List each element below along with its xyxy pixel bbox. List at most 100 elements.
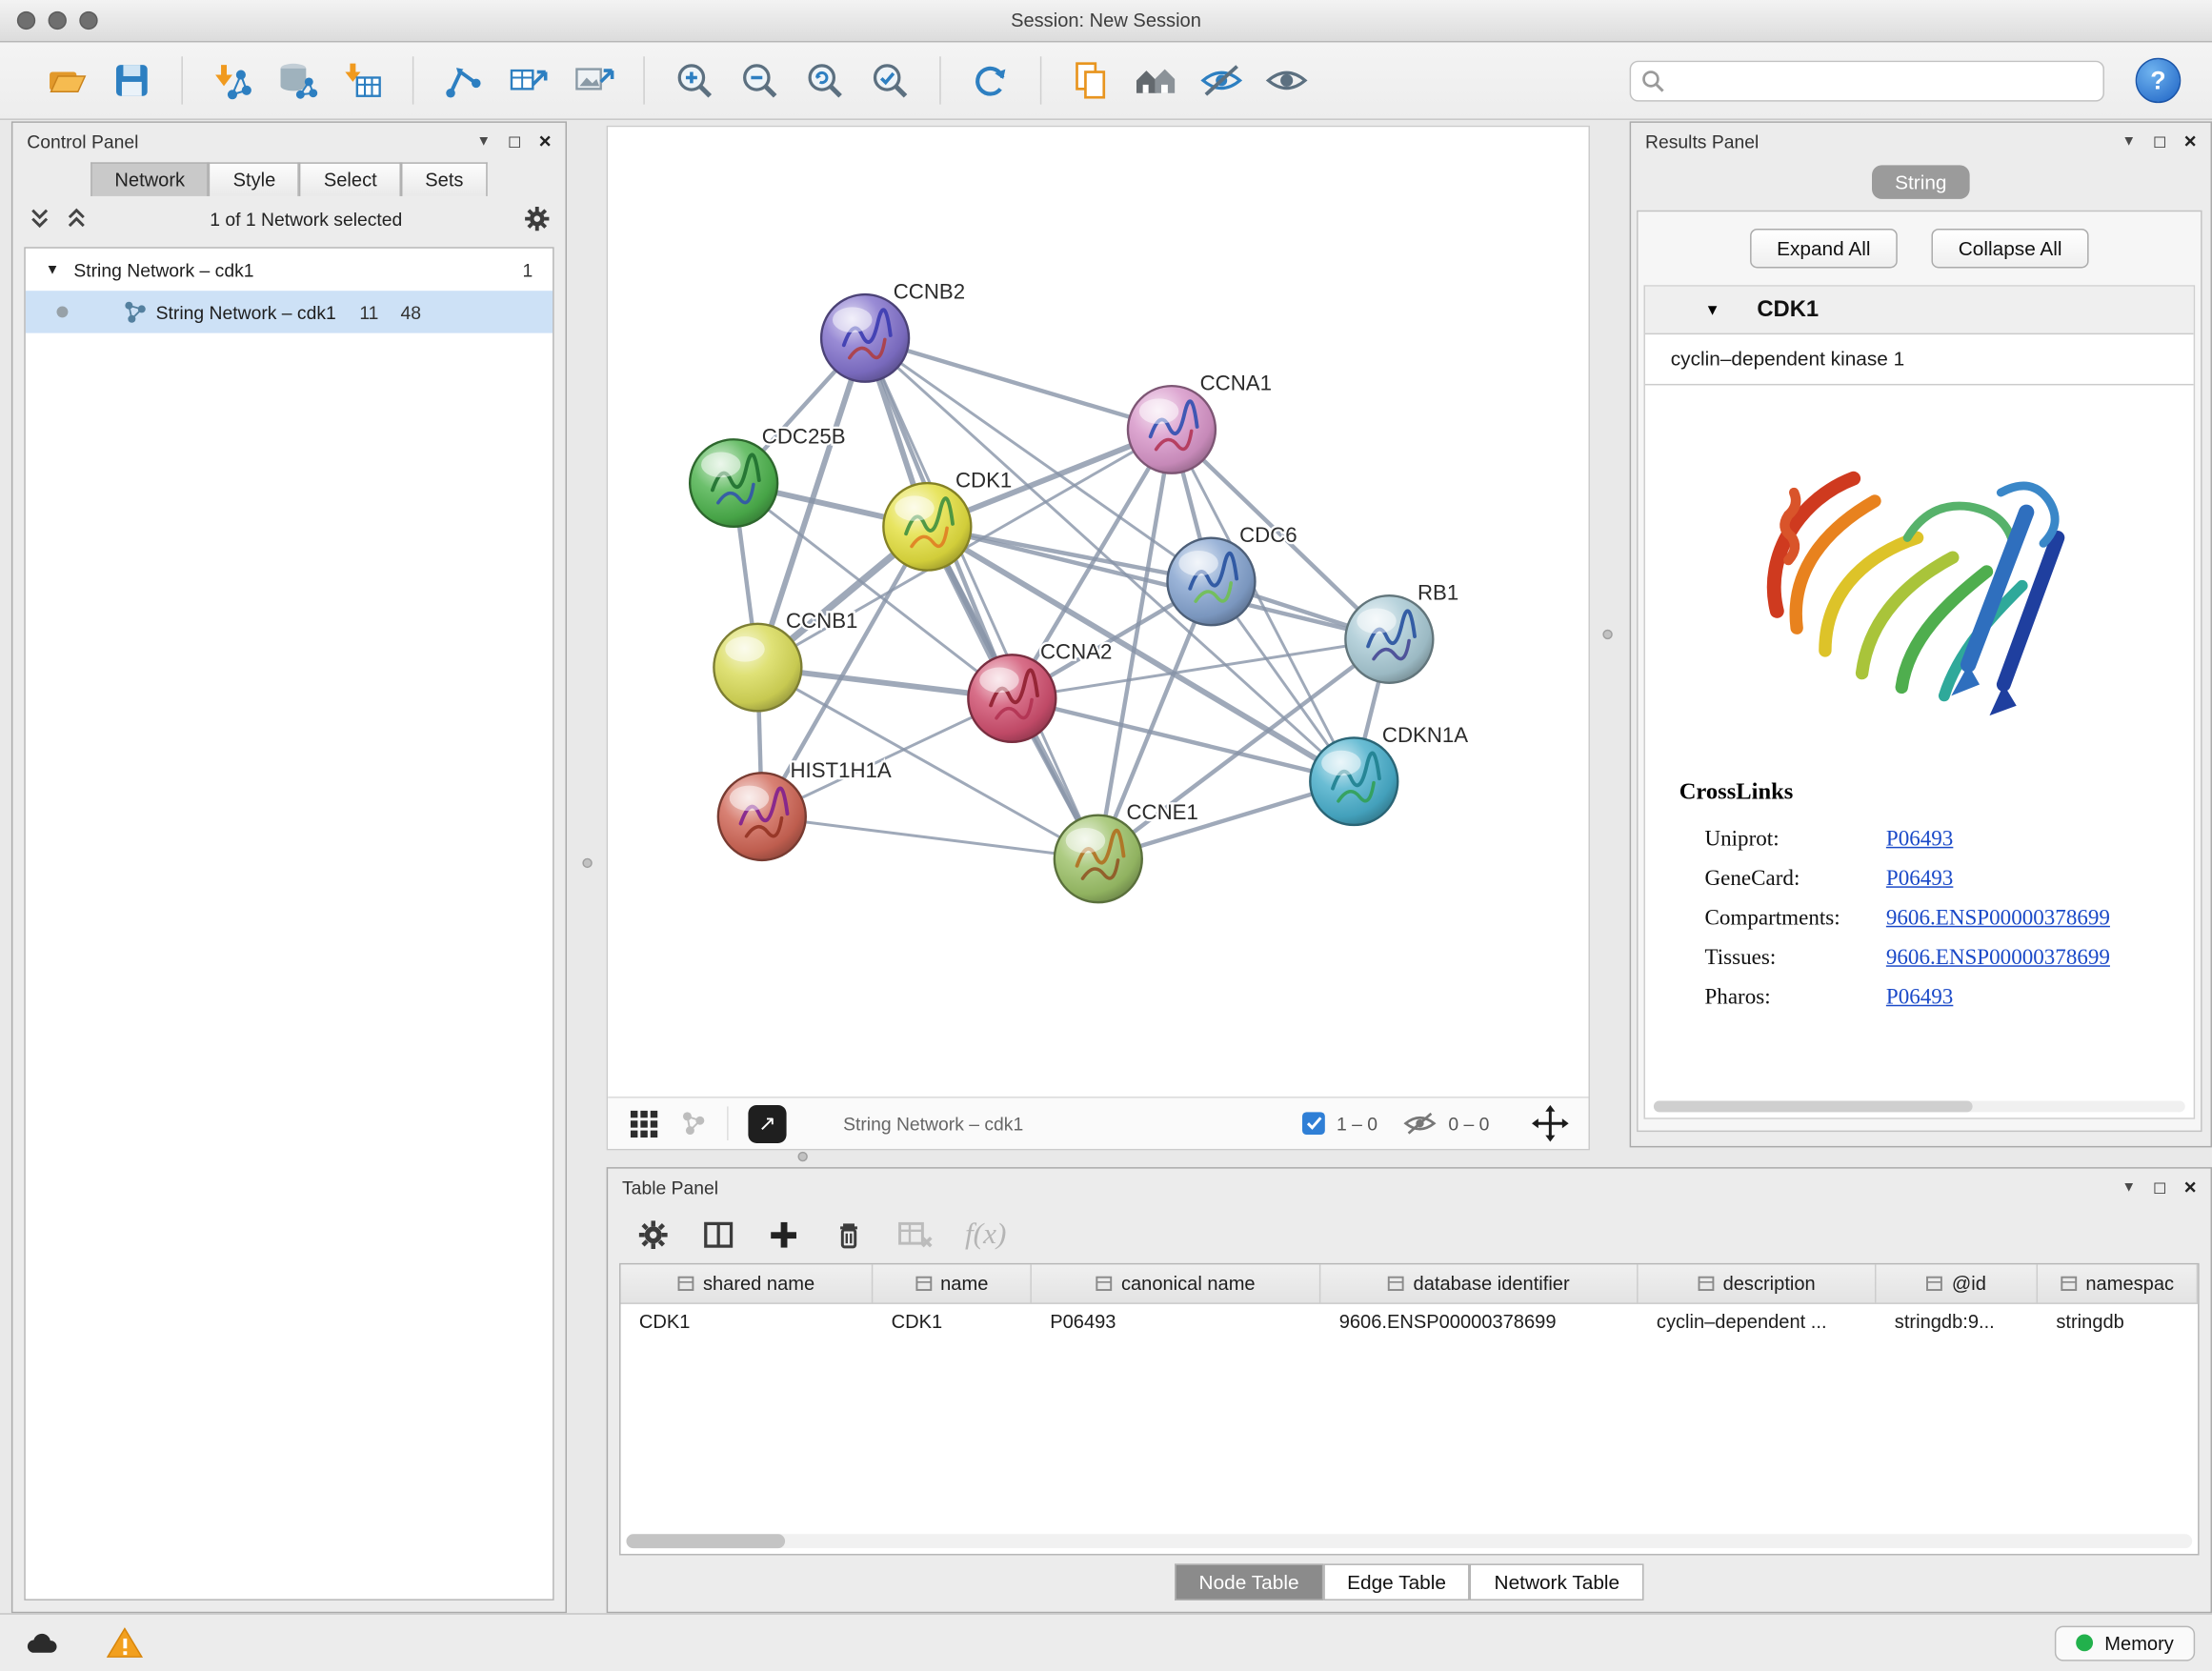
node-CCNB1[interactable]: CCNB1 (714, 609, 857, 711)
panel-close-icon[interactable]: × (2184, 130, 2197, 153)
vertical-splitter-handle[interactable] (582, 858, 592, 868)
cell-namespace[interactable]: stringdb (2038, 1304, 2198, 1339)
new-network-from-selection-button[interactable] (496, 48, 561, 112)
tab-network-table[interactable]: Network Table (1470, 1563, 1643, 1601)
save-session-button[interactable] (99, 48, 164, 112)
node-CDK1[interactable]: CDK1 (883, 469, 1012, 571)
tab-node-table[interactable]: Node Table (1175, 1563, 1323, 1601)
table-horizontal-scrollbar[interactable] (626, 1534, 2192, 1548)
panel-float-icon[interactable]: ◻ (2153, 1178, 2167, 1198)
horizontal-splitter-handle[interactable] (797, 1152, 807, 1161)
birds-eye-toggle-button[interactable]: ↗ (748, 1104, 786, 1142)
import-table-from-file-button[interactable] (331, 48, 395, 112)
collapse-all-button[interactable]: Collapse All (1931, 229, 2088, 268)
delete-column-icon[interactable] (832, 1218, 866, 1252)
node-CCNA1[interactable]: CCNA1 (1128, 372, 1272, 473)
pan-crosshair-icon[interactable] (1532, 1105, 1569, 1142)
crosslink-link[interactable]: P06493 (1886, 827, 2194, 853)
section-collapse-icon[interactable]: ▼ (1704, 301, 1719, 318)
node-CDKN1A[interactable]: CDKN1A (1310, 723, 1468, 825)
edge-CCNB2-CCNE1[interactable] (865, 338, 1098, 859)
panel-float-icon[interactable]: ◻ (508, 131, 522, 151)
panel-close-icon[interactable]: × (2184, 1175, 2197, 1198)
tab-edge-table[interactable]: Edge Table (1323, 1563, 1470, 1601)
column-header[interactable]: canonical name (1032, 1264, 1320, 1302)
scrollbar-thumb[interactable] (1654, 1101, 1973, 1113)
node-CCNB2[interactable]: CCNB2 (821, 280, 965, 382)
gear-icon[interactable] (523, 205, 552, 233)
zoom-selected-button[interactable] (857, 48, 922, 112)
node-RB1[interactable]: RB1 (1345, 581, 1458, 683)
cloud-status-button[interactable] (17, 1623, 69, 1662)
tab-network[interactable]: Network (90, 162, 209, 196)
cell-canonical-name[interactable]: P06493 (1032, 1304, 1320, 1339)
zoom-fit-button[interactable] (793, 48, 857, 112)
edge-HIST1H1A-CCNE1[interactable] (762, 816, 1098, 858)
panel-menu-icon[interactable]: ▼ (476, 133, 491, 149)
panel-float-icon[interactable]: ◻ (2153, 131, 2167, 151)
zoom-out-button[interactable] (727, 48, 792, 112)
cell-name[interactable]: CDK1 (873, 1304, 1032, 1339)
tab-select[interactable]: Select (300, 162, 401, 196)
selected-checkbox[interactable] (1302, 1112, 1325, 1135)
delete-table-icon[interactable] (897, 1218, 935, 1252)
protein-section-header[interactable]: ▼ CDK1 (1645, 287, 2194, 334)
open-session-button[interactable] (34, 48, 99, 112)
show-columns-icon[interactable] (701, 1218, 735, 1252)
cell-id[interactable]: stringdb:9... (1876, 1304, 2038, 1339)
column-header[interactable]: shared name (621, 1264, 874, 1302)
cell-description[interactable]: cyclin–dependent ... (1639, 1304, 1877, 1339)
show-all-button[interactable] (1254, 48, 1318, 112)
tree-expand-icon[interactable]: ▼ (46, 262, 74, 277)
search-input[interactable] (1630, 60, 2104, 101)
help-button[interactable]: ? (2136, 58, 2182, 103)
collapse-all-icon[interactable] (27, 206, 52, 232)
crosslink-link[interactable]: 9606.ENSP00000378699 (1886, 946, 2194, 972)
tab-style[interactable]: Style (209, 162, 299, 196)
crosslink-link[interactable]: P06493 (1886, 867, 2194, 893)
network-graph[interactable]: CCNB2CCNA1CDC25BCDK1CDC6RB1CCNB1CCNA2CDK… (608, 127, 1588, 1095)
panel-menu-icon[interactable]: ▼ (2122, 133, 2136, 149)
vertical-splitter-handle[interactable] (1602, 630, 1612, 639)
column-header[interactable]: namespac (2038, 1264, 2198, 1302)
results-horizontal-scrollbar[interactable] (1654, 1101, 2185, 1113)
share-view-icon[interactable] (679, 1109, 708, 1137)
import-network-from-database-button[interactable] (265, 48, 330, 112)
zoom-in-button[interactable] (662, 48, 727, 112)
import-network-from-file-button[interactable] (200, 48, 265, 112)
cell-shared-name[interactable]: CDK1 (621, 1304, 874, 1339)
tab-string[interactable]: String (1872, 165, 1969, 199)
node-HIST1H1A[interactable]: HIST1H1A (718, 758, 892, 860)
network-canvas[interactable]: CCNB2CCNA1CDC25BCDK1CDC6RB1CCNB1CCNA2CDK… (608, 127, 1588, 1097)
hidden-eye-slash-icon[interactable] (1403, 1111, 1438, 1137)
grid-view-icon[interactable] (628, 1108, 659, 1139)
table-settings-gear-icon[interactable] (636, 1218, 671, 1252)
column-header[interactable]: description (1639, 1264, 1877, 1302)
table-row[interactable]: CDK1 CDK1 P06493 9606.ENSP00000378699 cy… (621, 1304, 2199, 1339)
network-row[interactable]: String Network – cdk1 11 48 (26, 291, 553, 332)
home-button[interactable] (1124, 48, 1189, 112)
node-CDC6[interactable]: CDC6 (1167, 523, 1297, 625)
apply-layout-button[interactable] (958, 48, 1023, 112)
tab-sets[interactable]: Sets (401, 162, 488, 196)
network-collection-row[interactable]: ▼ String Network – cdk1 1 (26, 249, 553, 291)
expand-all-button[interactable]: Expand All (1750, 229, 1898, 268)
crosslink-link[interactable]: 9606.ENSP00000378699 (1886, 906, 2194, 932)
panel-close-icon[interactable]: × (539, 130, 552, 153)
warning-status-button[interactable] (99, 1623, 151, 1662)
memory-button[interactable]: Memory (2055, 1625, 2195, 1661)
column-header[interactable]: name (873, 1264, 1032, 1302)
cell-database-identifier[interactable]: 9606.ENSP00000378699 (1320, 1304, 1638, 1339)
add-column-icon[interactable] (767, 1218, 801, 1252)
column-header[interactable]: @id (1876, 1264, 2038, 1302)
new-network-button[interactable] (431, 48, 495, 112)
crosslink-link[interactable]: P06493 (1886, 985, 2194, 1011)
export-image-button[interactable] (561, 48, 626, 112)
scrollbar-thumb[interactable] (626, 1534, 785, 1548)
expand-all-icon[interactable] (64, 206, 90, 232)
hide-selected-button[interactable] (1189, 48, 1254, 112)
column-header[interactable]: database identifier (1320, 1264, 1638, 1302)
edge-CCNB2-CCNA1[interactable] (865, 338, 1172, 430)
panel-menu-icon[interactable]: ▼ (2122, 1179, 2136, 1195)
copy-document-button[interactable] (1058, 48, 1123, 112)
